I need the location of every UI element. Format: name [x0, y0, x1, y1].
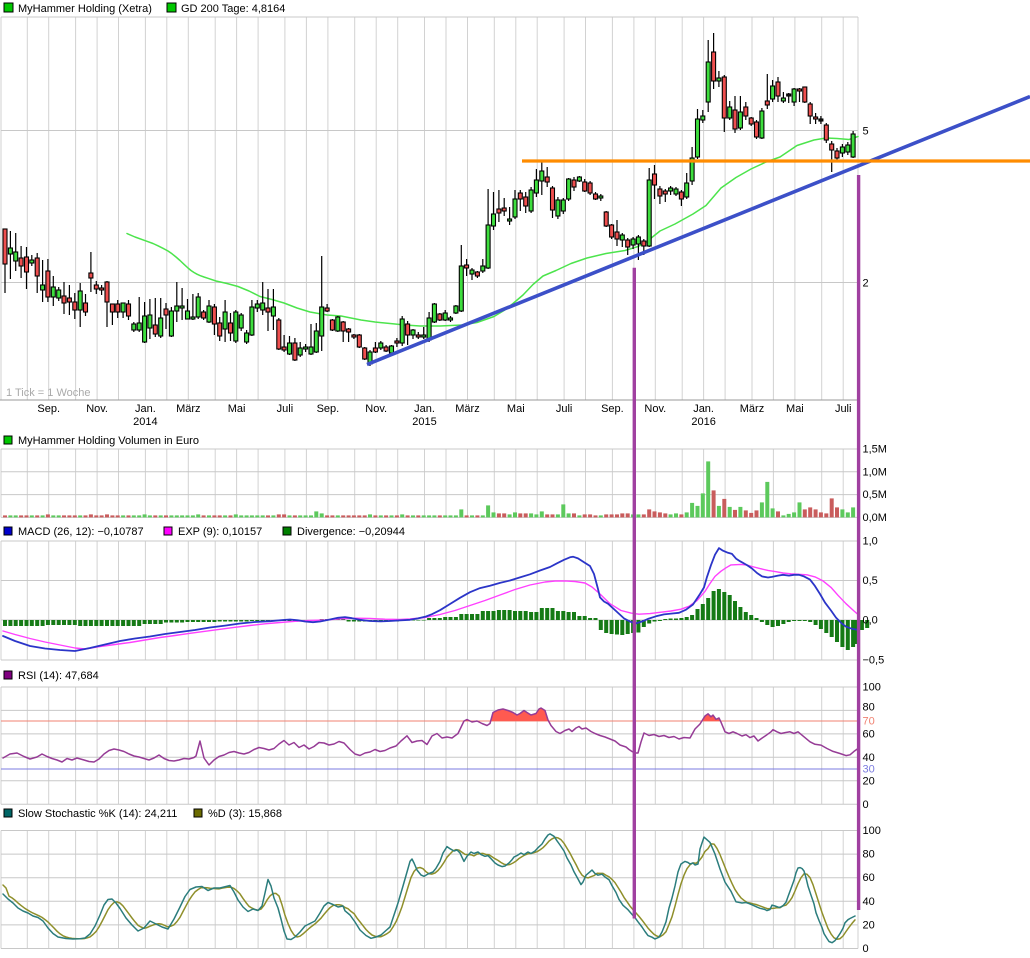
svg-text:März: März [740, 403, 764, 415]
svg-text:1 Tick = 1 Woche: 1 Tick = 1 Woche [6, 387, 90, 399]
svg-text:1,0M: 1,0M [863, 466, 887, 478]
svg-text:GD 200 Tage: 4,8164: GD 200 Tage: 4,8164 [181, 3, 285, 15]
svg-text:40: 40 [863, 752, 875, 764]
svg-text:Mai: Mai [228, 403, 246, 415]
svg-text:2: 2 [863, 278, 869, 290]
svg-text:Jan.: Jan. [414, 403, 435, 415]
svg-text:Nov.: Nov. [86, 403, 108, 415]
svg-text:1,0: 1,0 [863, 536, 878, 548]
svg-text:März: März [455, 403, 479, 415]
svg-text:60: 60 [863, 728, 875, 740]
svg-text:Juli: Juli [835, 403, 852, 415]
svg-text:40: 40 [863, 896, 875, 908]
svg-text:2014: 2014 [133, 416, 157, 428]
svg-text:30: 30 [863, 764, 875, 776]
svg-text:0,0: 0,0 [863, 615, 878, 627]
svg-text:Sep.: Sep. [37, 403, 60, 415]
svg-text:Mai: Mai [786, 403, 804, 415]
svg-text:20: 20 [863, 919, 875, 931]
svg-text:März: März [176, 403, 200, 415]
svg-text:0,0M: 0,0M [863, 512, 887, 524]
svg-text:Sep.: Sep. [317, 403, 340, 415]
svg-text:100: 100 [863, 682, 881, 694]
svg-text:MyHammer Holding Volumen in Eu: MyHammer Holding Volumen in Euro [18, 435, 199, 447]
svg-text:60: 60 [863, 872, 875, 884]
svg-text:1,5M: 1,5M [863, 444, 887, 456]
svg-text:RSI (14): 47,684: RSI (14): 47,684 [18, 670, 99, 682]
svg-text:EXP (9): 0,10157: EXP (9): 0,10157 [178, 526, 262, 538]
svg-text:0: 0 [863, 799, 869, 811]
svg-text:MACD (26, 12): −0,10787: MACD (26, 12): −0,10787 [18, 526, 144, 538]
svg-text:Nov.: Nov. [644, 403, 666, 415]
svg-text:Nov.: Nov. [365, 403, 387, 415]
svg-text:70: 70 [863, 716, 875, 728]
svg-text:0,5M: 0,5M [863, 489, 887, 501]
svg-text:100: 100 [863, 825, 881, 837]
svg-text:MyHammer Holding (Xetra): MyHammer Holding (Xetra) [18, 3, 152, 15]
svg-text:Juli: Juli [556, 403, 573, 415]
svg-text:0,5: 0,5 [863, 575, 878, 587]
svg-text:Mai: Mai [507, 403, 525, 415]
svg-text:2015: 2015 [412, 416, 436, 428]
svg-text:Sep.: Sep. [601, 403, 624, 415]
svg-text:Slow Stochastic %K (14): 24,21: Slow Stochastic %K (14): 24,211 [18, 808, 177, 820]
svg-text:Jan.: Jan. [693, 403, 714, 415]
svg-text:%D (3): 15,868: %D (3): 15,868 [208, 808, 282, 820]
svg-text:5: 5 [863, 126, 869, 138]
svg-text:Jan.: Jan. [135, 403, 156, 415]
svg-text:2016: 2016 [691, 416, 715, 428]
svg-text:Divergence: −0,20944: Divergence: −0,20944 [297, 526, 405, 538]
svg-text:−0,5: −0,5 [863, 655, 885, 667]
svg-text:0: 0 [863, 943, 869, 955]
svg-text:80: 80 [863, 849, 875, 861]
svg-text:20: 20 [863, 775, 875, 787]
svg-text:80: 80 [863, 702, 875, 714]
svg-text:Juli: Juli [277, 403, 294, 415]
